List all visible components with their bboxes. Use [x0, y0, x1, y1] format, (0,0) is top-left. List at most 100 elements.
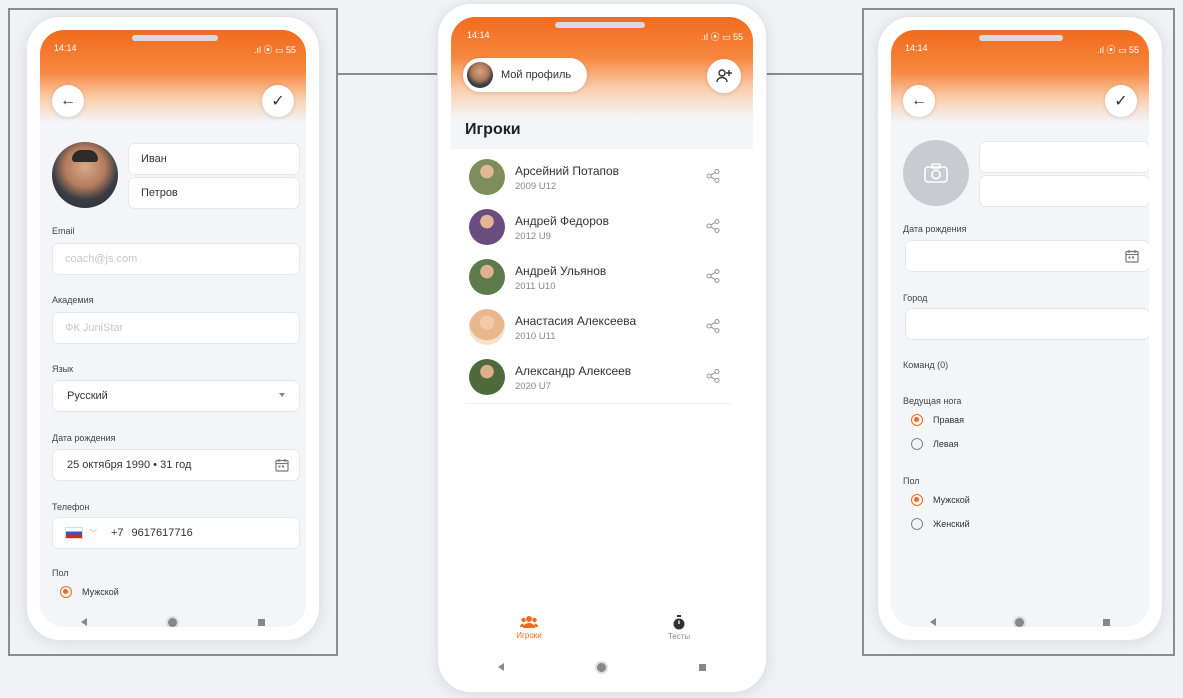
phone-number: 9617617716 — [131, 527, 193, 539]
camera-icon — [924, 163, 948, 183]
player-row[interactable]: Арсейний Потапов 2009 U12 — [465, 153, 731, 204]
player-row[interactable]: Александр Алексеев 2020 U7 — [465, 353, 731, 404]
back-button[interactable]: ← — [52, 85, 84, 117]
radio-selected-icon — [911, 414, 923, 426]
right-connector-line — [767, 73, 862, 75]
back-button[interactable]: ← — [903, 85, 935, 117]
email-label: Email — [52, 226, 75, 236]
calendar-icon[interactable] — [275, 458, 289, 472]
academy-field[interactable]: ФК JuniStar — [52, 312, 300, 344]
share-icon[interactable] — [705, 218, 721, 234]
player-name: Анастасия Алексеева — [515, 314, 637, 328]
player-row[interactable]: Анастасия Алексеева 2010 U11 — [465, 303, 731, 354]
email-field[interactable]: coach@js.com — [52, 243, 300, 275]
player-avatar — [469, 159, 505, 195]
player-avatar — [469, 309, 505, 345]
player-avatar — [469, 259, 505, 295]
first-name-field[interactable]: Иван — [128, 143, 300, 175]
nav-home-icon[interactable] — [1014, 617, 1024, 627]
tab-tests-label: Тесты — [667, 632, 691, 641]
nav-back-icon[interactable] — [80, 618, 87, 626]
phone-label: Телефон — [52, 502, 90, 512]
avatar[interactable] — [52, 142, 118, 208]
nav-recents-icon[interactable] — [699, 663, 707, 671]
phone-field[interactable]: ﹀ +7 9617617716 — [52, 517, 300, 549]
players-icon — [520, 616, 538, 628]
gender-option-female[interactable]: Женский — [911, 518, 970, 530]
save-button[interactable]: ✓ — [1105, 85, 1137, 117]
leading-foot-label: Ведущая нога — [903, 396, 962, 406]
status-time: 14:14 — [905, 43, 928, 53]
radio-selected-icon — [911, 494, 923, 506]
share-icon[interactable] — [705, 368, 721, 384]
radio-unselected-icon — [911, 438, 923, 450]
phone-code: +7 — [111, 527, 124, 539]
center-phone-screen: 14:14 .ıl ⦿ ▭ 55 Мой профиль Игроки Арсе… — [451, 17, 753, 679]
foot-option-right[interactable]: Правая — [911, 414, 964, 426]
city-field[interactable] — [905, 308, 1149, 340]
player-birth-group: 2020 U7 — [515, 381, 551, 392]
system-nav-bar — [451, 655, 753, 679]
foot-option-left[interactable]: Левая — [911, 438, 958, 450]
share-icon[interactable] — [705, 168, 721, 184]
gender-label: Пол — [52, 568, 69, 578]
nav-recents-icon[interactable] — [258, 618, 266, 626]
right-phone-screen: 14:14 .ıl ⦿ ▭ 55 ← ✓ Дата рождения Город… — [891, 30, 1149, 627]
player-name: Арсейний Потапов — [515, 164, 620, 178]
player-birth-group: 2012 U9 — [515, 231, 551, 242]
phone-notch — [555, 22, 645, 28]
profile-avatar — [467, 62, 493, 88]
player-row[interactable]: Андрей Федоров 2012 U9 — [465, 203, 731, 254]
check-icon: ✓ — [1114, 93, 1128, 110]
last-name-field[interactable]: Петров — [128, 177, 300, 209]
player-name: Андрей Ульянов — [515, 264, 607, 278]
save-button[interactable]: ✓ — [262, 85, 294, 117]
status-icons: .ıl ⦿ ▭ 55 — [700, 32, 743, 42]
add-player-button[interactable] — [707, 59, 741, 93]
tab-tests[interactable]: Тесты — [657, 615, 701, 641]
nav-back-icon[interactable] — [497, 663, 504, 671]
page-title: Игроки — [465, 121, 521, 138]
birth-date-field[interactable] — [905, 240, 1149, 272]
birth-date-label: Дата рождения — [903, 224, 967, 234]
status-icons: .ıl ⦿ ▭ 55 — [1096, 45, 1139, 55]
academy-label: Академия — [52, 295, 94, 305]
calendar-icon[interactable] — [1125, 249, 1139, 263]
team-label[interactable]: Команд (0) — [903, 360, 948, 370]
nav-home-icon[interactable] — [596, 662, 606, 672]
gender-option-male[interactable]: Мужской — [60, 586, 119, 598]
share-icon[interactable] — [705, 268, 721, 284]
player-avatar — [469, 209, 505, 245]
birth-date-field[interactable]: 25 октября 1990 • 31 год — [52, 449, 300, 481]
gender-option-male[interactable]: Мужской — [911, 494, 970, 506]
tab-players-label: Игроки — [516, 631, 542, 640]
stopwatch-icon — [673, 615, 685, 630]
nav-recents-icon[interactable] — [1102, 618, 1110, 626]
back-arrow-icon: ← — [60, 92, 76, 109]
gender-option-label: Женский — [933, 519, 970, 529]
gender-option-label: Мужской — [933, 495, 970, 505]
last-name-field[interactable] — [979, 175, 1149, 207]
language-label: Язык — [52, 364, 74, 374]
radio-selected-icon — [60, 586, 72, 598]
left-phone-screen: 14:14 .ıl ⦿ ▭ 55 ← ✓ Иван Петров Email c… — [40, 30, 306, 627]
player-name: Андрей Федоров — [515, 214, 609, 228]
share-icon[interactable] — [705, 318, 721, 334]
my-profile-button[interactable]: Мой профиль — [463, 58, 587, 92]
gender-option-label: Мужской — [82, 587, 119, 597]
check-icon: ✓ — [271, 93, 285, 110]
russia-flag-icon[interactable] — [65, 527, 83, 539]
nav-back-icon[interactable] — [930, 618, 937, 626]
language-select[interactable]: Русский — [52, 380, 300, 412]
first-name-field[interactable] — [979, 141, 1149, 173]
player-name: Александр Алексеев — [515, 364, 632, 378]
center-phone: 14:14 .ıl ⦿ ▭ 55 Мой профиль Игроки Арсе… — [437, 3, 767, 693]
country-chevron-icon[interactable]: ﹀ — [89, 528, 97, 539]
tab-players[interactable]: Игроки — [507, 615, 551, 640]
player-row[interactable]: Андрей Ульянов 2011 U10 — [465, 253, 731, 304]
nav-home-icon[interactable] — [167, 617, 177, 627]
bottom-tab-bar: Игроки Тесты — [451, 615, 753, 655]
player-birth-group: 2010 U11 — [515, 331, 556, 342]
photo-placeholder[interactable] — [903, 140, 969, 206]
player-avatar — [469, 359, 505, 395]
